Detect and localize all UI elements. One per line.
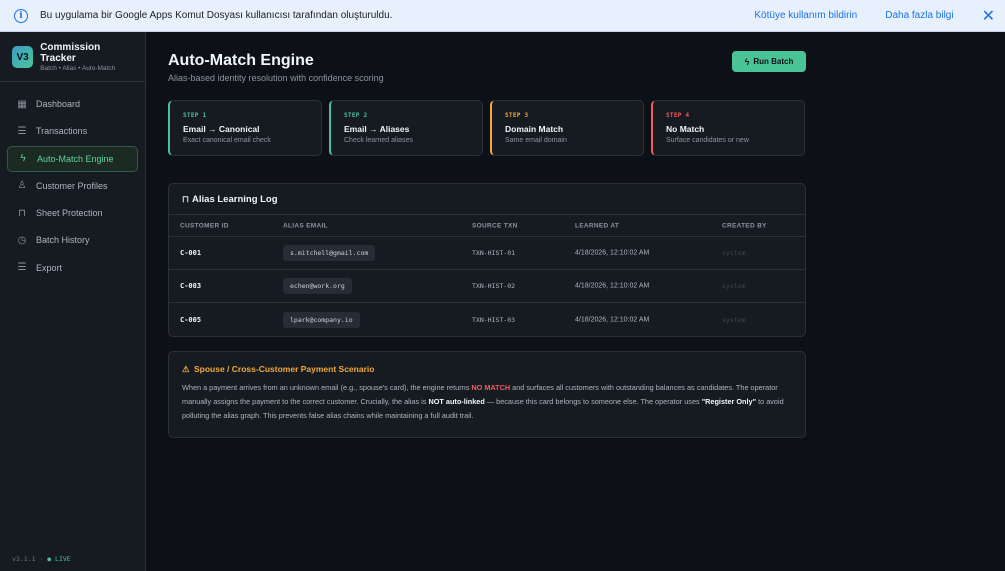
banner-message: Bu uygulama bir Google Apps Komut Dosyas… (40, 10, 393, 21)
close-icon[interactable]: ✕ (982, 6, 995, 26)
table-row[interactable]: C-003 echen@work.org TXN-HIST-02 4/18/20… (169, 270, 805, 303)
alias-email: lpark@company.io (283, 311, 360, 328)
sidebar-item-label: Transactions (36, 126, 88, 137)
column-header: ALIAS EMAIL (283, 222, 328, 229)
run-batch-label: Run Batch (753, 57, 794, 66)
column-header: LEARNED AT (575, 222, 620, 229)
step-number: STEP 3 (505, 112, 529, 119)
customer-id: C-003 (180, 282, 202, 290)
source-txn: TXN-HIST-02 (472, 282, 516, 290)
card-title: Alias Learning Log (192, 193, 278, 205)
step-description: Same email domain (505, 137, 567, 144)
clock-icon: ◷ (17, 234, 27, 246)
step-card-1: STEP 1 Email → Canonical Exact canonical… (168, 100, 322, 156)
created-by: system (722, 249, 746, 257)
register-only-highlight: "Register Only" (701, 397, 757, 406)
source-txn: TXN-HIST-01 (472, 249, 516, 257)
step-description: Check learned aliases (344, 137, 413, 144)
match-steps: STEP 1 Email → Canonical Exact canonical… (168, 100, 806, 156)
step-number: STEP 4 (666, 112, 690, 119)
sidebar-item-label: Export (36, 262, 63, 273)
page-title: Auto-Match Engine (168, 52, 314, 69)
step-card-4: STEP 4 No Match Surface candidates or ne… (651, 100, 805, 156)
list-icon: ☰ (17, 262, 27, 274)
step-number: STEP 1 (183, 112, 207, 119)
sidebar-nav: ▦ Dashboard ☰ Transactions ϟ Auto-Match … (0, 82, 145, 281)
learned-at: 4/18/2026, 12:10:02 AM (575, 316, 650, 323)
scenario-title-text: Spouse / Cross-Customer Payment Scenario (194, 364, 375, 374)
live-status-badge: ● LIVE (47, 555, 71, 563)
table-row[interactable]: C-001 s.mitchell@gmail.com TXN-HIST-01 4… (169, 237, 805, 270)
card-header: ⊓ Alias Learning Log (169, 184, 805, 215)
learned-at: 4/18/2026, 12:10:02 AM (575, 249, 650, 257)
scenario-body: When a payment arrives from an unknown e… (182, 381, 792, 423)
sidebar-item-label: Customer Profiles (36, 180, 108, 191)
source-txn: TXN-HIST-03 (472, 315, 516, 324)
learned-at: 4/18/2026, 12:10:02 AM (575, 282, 650, 290)
sidebar-item-label: Sheet Protection (36, 208, 103, 219)
sidebar: V3 Commission Tracker Batch • Alias • Au… (0, 32, 146, 571)
table-header: CUSTOMER ID ALIAS EMAIL SOURCE TXN LEARN… (169, 215, 805, 237)
step-title: No Match (666, 124, 705, 134)
column-header: CREATED BY (722, 222, 767, 229)
warning-icon: ⚠ (182, 364, 190, 374)
report-abuse-link[interactable]: Kötüye kullanım bildirin (754, 10, 857, 21)
alias-learning-log: ⊓ Alias Learning Log CUSTOMER ID ALIAS E… (168, 183, 806, 337)
brand-subtitle: Batch • Alias • Auto-Match (40, 65, 116, 72)
page-subtitle: Alias-based identity resolution with con… (168, 73, 384, 83)
sidebar-item-transactions[interactable]: ☰ Transactions (7, 118, 138, 144)
sidebar-item-customer-profiles[interactable]: ♙ Customer Profiles (7, 173, 138, 199)
sidebar-item-sheet-protection[interactable]: ⊓ Sheet Protection (7, 200, 138, 226)
step-card-2: STEP 2 Email → Aliases Check learned ali… (329, 100, 483, 156)
lightning-icon: ϟ (744, 56, 750, 67)
no-match-highlight: NO MATCH (471, 383, 511, 392)
step-title: Email → Aliases (344, 124, 410, 134)
run-batch-button[interactable]: ϟ Run Batch (732, 51, 806, 72)
info-icon: i (14, 8, 28, 23)
step-description: Exact canonical email check (183, 137, 271, 144)
lightning-icon: ϟ (20, 153, 26, 165)
step-description: Surface candidates or new (666, 137, 749, 144)
scenario-title: ⚠ Spouse / Cross-Customer Payment Scenar… (182, 364, 792, 375)
alias-email: s.mitchell@gmail.com (283, 245, 376, 261)
sidebar-item-label: Batch History (36, 235, 90, 246)
user-icon: ♙ (17, 180, 27, 192)
sidebar-item-auto-match-engine[interactable]: ϟ Auto-Match Engine (7, 145, 138, 172)
step-number: STEP 2 (344, 112, 368, 119)
scenario-text: When a payment arrives from an unknown e… (182, 383, 472, 392)
sidebar-item-export[interactable]: ☰ Export (7, 255, 138, 281)
column-header: CUSTOMER ID (180, 222, 229, 229)
brand: V3 Commission Tracker Batch • Alias • Au… (0, 32, 145, 82)
version-label: v3.1.1 · (12, 555, 44, 563)
alias-email: echen@work.org (283, 278, 352, 294)
not-linked-highlight: NOT auto-linked (428, 397, 485, 406)
step-title: Domain Match (505, 124, 564, 134)
learn-more-link[interactable]: Daha fazla bilgi (885, 10, 953, 21)
customer-id: C-005 (180, 315, 202, 324)
customer-id: C-001 (180, 249, 202, 257)
step-title: Email → Canonical (183, 124, 260, 134)
sidebar-item-batch-history[interactable]: ◷ Batch History (7, 227, 138, 253)
sidebar-item-label: Auto-Match Engine (37, 153, 114, 164)
step-card-3: STEP 3 Domain Match Same email domain (490, 100, 644, 156)
lock-icon: ⊓ (18, 207, 26, 219)
lock-icon: ⊓ (182, 193, 190, 204)
version-footer: v3.1.1 · ● LIVE (12, 555, 71, 563)
sidebar-item-dashboard[interactable]: ▦ Dashboard (7, 91, 138, 117)
app-logo: V3 (12, 46, 34, 68)
list-icon: ☰ (17, 125, 27, 137)
scenario-card: ⚠ Spouse / Cross-Customer Payment Scenar… (168, 351, 806, 438)
column-header: SOURCE TXN (472, 222, 518, 229)
grid-icon: ▦ (17, 98, 27, 110)
brand-title: Commission Tracker (40, 42, 101, 64)
scenario-text: — because this card belongs to someone e… (484, 397, 702, 406)
created-by: system (722, 282, 746, 290)
created-by: system (722, 315, 746, 324)
sidebar-item-label: Dashboard (36, 99, 81, 109)
info-banner: i Bu uygulama bir Google Apps Komut Dosy… (0, 0, 1005, 32)
table-row[interactable]: C-005 lpark@company.io TXN-HIST-03 4/18/… (169, 303, 805, 336)
